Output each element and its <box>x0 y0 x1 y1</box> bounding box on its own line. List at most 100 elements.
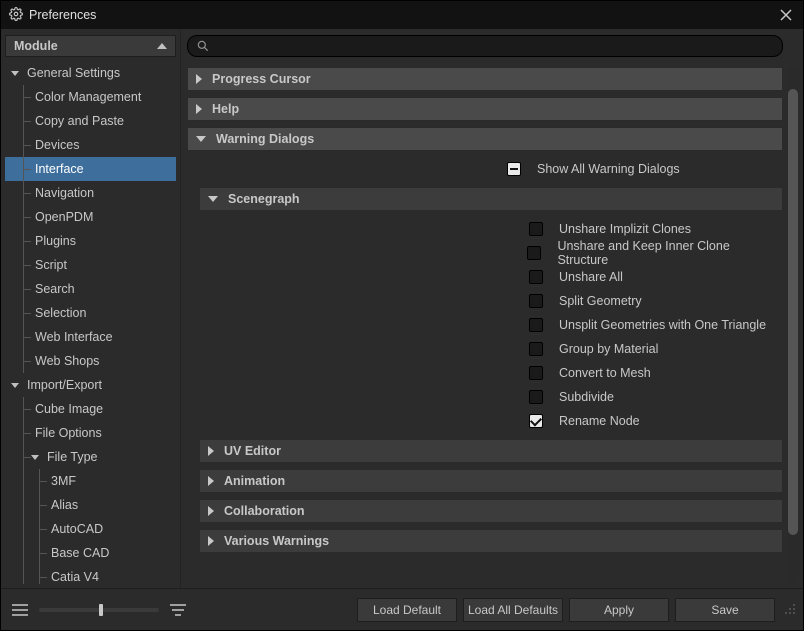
checkbox[interactable] <box>529 342 543 356</box>
gear-icon <box>9 7 23 24</box>
chevron-right-icon <box>196 104 202 114</box>
tree-item-label: Web Interface <box>31 330 113 344</box>
option-label: Show All Warning Dialogs <box>537 162 680 176</box>
checkbox[interactable] <box>529 414 543 428</box>
apply-button[interactable]: Apply <box>569 598 669 622</box>
resize-grip[interactable] <box>783 602 795 617</box>
filter-button[interactable] <box>167 599 189 621</box>
section-scenegraph[interactable]: Scenegraph <box>199 187 783 211</box>
checkbox[interactable] <box>529 294 543 308</box>
option-label: Split Geometry <box>559 294 642 308</box>
tree-item-label: Copy and Paste <box>31 114 124 128</box>
checkbox[interactable] <box>529 270 543 284</box>
option-label: Rename Node <box>559 414 640 428</box>
search-field[interactable] <box>187 35 783 57</box>
chevron-up-icon <box>157 43 167 49</box>
sidebar-header[interactable]: Module <box>5 35 176 57</box>
tree-item[interactable]: Selection <box>5 301 176 325</box>
section-uv-editor[interactable]: UV Editor <box>199 439 783 463</box>
checkbox[interactable] <box>529 390 543 404</box>
tree-item[interactable]: Script <box>5 253 176 277</box>
tree-item[interactable]: Color Management <box>5 85 176 109</box>
chevron-right-icon <box>208 476 214 486</box>
load-default-button[interactable]: Load Default <box>357 598 457 622</box>
load-all-defaults-button[interactable]: Load All Defaults <box>463 598 563 622</box>
tree-item[interactable]: Base CAD <box>5 541 176 565</box>
option-label: Unsplit Geometries with One Triangle <box>559 318 766 332</box>
tree-item[interactable]: Search <box>5 277 176 301</box>
tree-item[interactable]: Devices <box>5 133 176 157</box>
tree-item[interactable]: Interface <box>5 157 176 181</box>
tree-item[interactable]: General Settings <box>5 61 176 85</box>
chevron-down-icon <box>208 196 218 202</box>
option-row: Subdivide <box>199 385 783 409</box>
tree-item[interactable]: Plugins <box>5 229 176 253</box>
section-title: Collaboration <box>224 504 305 518</box>
checkbox[interactable] <box>529 366 543 380</box>
save-button[interactable]: Save <box>675 598 775 622</box>
sidebar: Module General Settings Color Management C… <box>1 29 181 588</box>
tree-item[interactable]: OpenPDM <box>5 205 176 229</box>
close-icon <box>780 9 792 21</box>
option-row: Unshare and Keep Inner Clone Structure <box>199 241 783 265</box>
sidebar-tree[interactable]: General Settings Color Management Copy and… <box>5 61 176 584</box>
chevron-right-icon <box>208 446 214 456</box>
scrollbar-thumb[interactable] <box>788 89 798 535</box>
tree-item-label: Import/Export <box>23 378 102 392</box>
tree-item-label: Search <box>31 282 75 296</box>
tree-item[interactable]: Cube Image <box>5 397 176 421</box>
scenegraph-options: Unshare Implizit ClonesUnshare and Keep … <box>199 217 783 433</box>
scrollbar[interactable] <box>787 67 799 584</box>
option-row: Convert to Mesh <box>199 361 783 385</box>
checkbox[interactable] <box>529 318 543 332</box>
tree-item[interactable]: 3MF <box>5 469 176 493</box>
tree-item-label: Color Management <box>31 90 141 104</box>
tree-item[interactable]: AutoCAD <box>5 517 176 541</box>
chevron-right-icon <box>196 74 202 84</box>
option-row: Split Geometry <box>199 289 783 313</box>
search-input[interactable] <box>216 38 774 54</box>
footer: Load Default Load All Defaults Apply Sav… <box>1 588 803 630</box>
section-collaboration[interactable]: Collaboration <box>199 499 783 523</box>
chevron-right-icon <box>208 506 214 516</box>
tree-item[interactable]: File Type <box>5 445 176 469</box>
menu-button[interactable] <box>9 599 31 621</box>
tree-item-label: Web Shops <box>31 354 99 368</box>
tree-item-label: Catia V4 <box>47 570 99 584</box>
section-warning-dialogs[interactable]: Warning Dialogs <box>187 127 783 151</box>
tree-item[interactable]: Web Shops <box>5 349 176 373</box>
option-row: Unshare Implizit Clones <box>199 217 783 241</box>
option-row: Group by Material <box>199 337 783 361</box>
close-button[interactable] <box>777 6 795 24</box>
checkbox[interactable] <box>529 222 543 236</box>
tree-item[interactable]: Alias <box>5 493 176 517</box>
slider-thumb[interactable] <box>99 604 103 616</box>
tree-item[interactable]: Copy and Paste <box>5 109 176 133</box>
chevron-down-icon <box>31 455 39 460</box>
section-progress-cursor[interactable]: Progress Cursor <box>187 67 783 91</box>
checkbox[interactable] <box>527 246 541 260</box>
titlebar: Preferences <box>1 1 803 29</box>
tree-item-label: AutoCAD <box>47 522 103 536</box>
section-animation[interactable]: Animation <box>199 469 783 493</box>
tree-item[interactable]: File Options <box>5 421 176 445</box>
option-label: Subdivide <box>559 390 614 404</box>
tree-item-label: General Settings <box>23 66 120 80</box>
tree-item[interactable]: Navigation <box>5 181 176 205</box>
settings-panels: Progress Cursor Help Warning Dialogs Sho… <box>187 67 783 584</box>
section-title: Various Warnings <box>224 534 329 548</box>
tree-item[interactable]: Catia V4 <box>5 565 176 584</box>
tree-item-label: OpenPDM <box>31 210 93 224</box>
section-various-warnings[interactable]: Various Warnings <box>199 529 783 553</box>
sidebar-header-label: Module <box>14 39 58 53</box>
tree-item-label: Cube Image <box>31 402 103 416</box>
section-help[interactable]: Help <box>187 97 783 121</box>
checkbox-show-all-warning[interactable] <box>507 162 521 176</box>
filter-icon <box>170 604 186 616</box>
tree-item-label: Plugins <box>31 234 76 248</box>
section-title: Help <box>212 102 239 116</box>
tree-item[interactable]: Web Interface <box>5 325 176 349</box>
tree-item[interactable]: Import/Export <box>5 373 176 397</box>
search-icon <box>196 39 210 53</box>
zoom-slider[interactable] <box>39 608 159 612</box>
